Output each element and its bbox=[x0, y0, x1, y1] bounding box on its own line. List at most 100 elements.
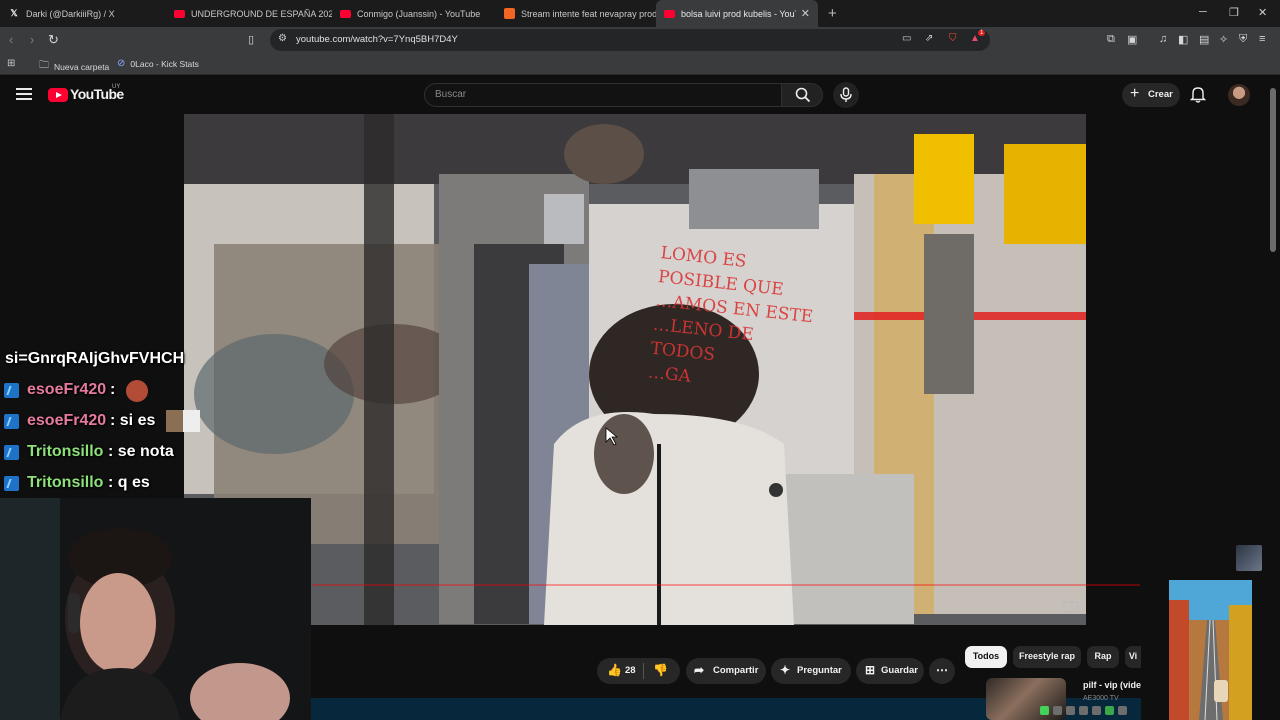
url-text: youtube.com/watch?v=7Ynq5BH7D4Y bbox=[296, 34, 458, 45]
site-info-icon[interactable]: ⚙ bbox=[278, 33, 287, 44]
chip-rap[interactable]: Rap bbox=[1087, 646, 1119, 668]
sidebar-icon[interactable]: ◧ bbox=[1178, 33, 1188, 46]
chat-line: esoeFr420 : si es bbox=[0, 407, 204, 438]
search-input[interactable]: Buscar bbox=[424, 83, 782, 107]
reload-icon[interactable]: ↻ bbox=[48, 32, 59, 48]
tray-icon[interactable] bbox=[1053, 705, 1062, 715]
save-label: Guardar bbox=[881, 665, 918, 676]
ask-button[interactable]: ✦ Preguntar bbox=[771, 658, 851, 684]
chat-user: esoeFr420 bbox=[27, 412, 107, 429]
save-playlist-icon: ⊞ bbox=[865, 663, 876, 677]
share-button[interactable]: ➦ Compartir bbox=[686, 658, 766, 684]
chat-text: : bbox=[110, 381, 116, 398]
kick-icon: ⊘ bbox=[117, 58, 126, 69]
ask-label: Preguntar bbox=[797, 665, 842, 676]
country-code: UY bbox=[112, 84, 121, 90]
bookmark-nueva-carpeta[interactable]: 🗀 Nueva carpeta bbox=[39, 58, 109, 75]
tab-x[interactable]: 𝕏 Darki (@DarkiiiRg) / X bbox=[0, 0, 166, 27]
youtube-header: YouTube UY Buscar + Crear bbox=[0, 76, 1280, 114]
share-arrow-icon: ➦ bbox=[694, 663, 705, 677]
apps-icon[interactable]: ⊞ bbox=[7, 58, 20, 69]
chat-line: si=GnrqRAIjGhvFVHCH bbox=[0, 345, 204, 376]
address-bar[interactable]: ⚙ youtube.com/watch?v=7Ynq5BH7D4Y ▭ ⇗ ⛉ … bbox=[270, 29, 990, 51]
tab-underground[interactable]: UNDERGROUND DE ESPAÑA 2025 F bbox=[166, 0, 332, 27]
wallet-icon[interactable]: ▣ bbox=[1127, 33, 1137, 46]
video-frame bbox=[184, 114, 1086, 625]
chip-freestyle-rap[interactable]: Freestyle rap bbox=[1013, 646, 1081, 668]
music-icon[interactable]: ♫ bbox=[1159, 33, 1167, 45]
guide-menu-icon[interactable] bbox=[16, 88, 32, 100]
menu-icon[interactable]: ≡ bbox=[1259, 33, 1265, 45]
tab-bolsa-active[interactable]: bolsa luivi prod kubelis - YouTub ✕ bbox=[656, 0, 818, 27]
tray-icon[interactable] bbox=[1092, 705, 1101, 715]
save-button[interactable]: ⊞ Guardar bbox=[856, 658, 924, 684]
tray-icon[interactable] bbox=[1040, 705, 1049, 715]
chip-label: Vi bbox=[1128, 651, 1138, 661]
share-icon[interactable]: ⇗ bbox=[925, 33, 933, 44]
video-progress-bar[interactable] bbox=[312, 584, 1140, 586]
tab-label: bolsa luivi prod kubelis - YouTub bbox=[681, 8, 796, 19]
leo-ai-icon[interactable]: ✧ bbox=[1219, 33, 1228, 46]
chat-line: Tritonsillo : se nota bbox=[0, 438, 204, 469]
tab-label: Darki (@DarkiiiRg) / X bbox=[26, 8, 115, 19]
cast-icon[interactable]: ▭ bbox=[902, 33, 911, 44]
screen: 𝕏 Darki (@DarkiiiRg) / X UNDERGROUND DE … bbox=[0, 0, 1280, 720]
page-scrollbar[interactable] bbox=[1270, 88, 1276, 252]
tab-conmigo[interactable]: Conmigo (Juanssin) - YouTube bbox=[332, 0, 496, 27]
like-icon[interactable]: 👍 bbox=[607, 663, 622, 677]
search-button[interactable] bbox=[781, 83, 823, 107]
voice-search-button[interactable] bbox=[833, 82, 859, 108]
gameplay-feed bbox=[1169, 580, 1252, 720]
chip-vi[interactable]: Vi bbox=[1125, 646, 1141, 668]
kick-badge-icon bbox=[4, 476, 19, 491]
like-count: 28 bbox=[625, 665, 636, 676]
account-avatar[interactable] bbox=[1228, 84, 1250, 106]
youtube-icon bbox=[174, 9, 185, 18]
notifications-bell-icon[interactable] bbox=[1190, 85, 1206, 103]
gameplay-overlay bbox=[1169, 580, 1252, 720]
stream-icon bbox=[504, 8, 515, 19]
kick-badge-icon bbox=[4, 383, 19, 398]
kick-badge-icon bbox=[4, 445, 19, 460]
minimize-icon[interactable]: ─ bbox=[1199, 6, 1207, 18]
bookmark-kick-stats[interactable]: ⊘ 0Laco - Kick Stats bbox=[117, 58, 199, 69]
bookmark-icon[interactable]: ▯ bbox=[248, 33, 254, 46]
brave-shield-icon[interactable]: ⛉ bbox=[949, 33, 957, 44]
forward-icon[interactable]: › bbox=[30, 32, 34, 47]
search-icon bbox=[795, 87, 811, 103]
tray-icon[interactable] bbox=[1066, 705, 1075, 715]
close-window-icon[interactable]: ✕ bbox=[1258, 6, 1267, 19]
emote-icon bbox=[126, 380, 148, 402]
wallet2-icon[interactable]: ▤ bbox=[1199, 33, 1209, 46]
back-icon[interactable]: ‹ bbox=[9, 32, 13, 47]
recommended-title[interactable]: pilf - vip (vide bbox=[1083, 680, 1141, 690]
tab-stream[interactable]: Stream intente feat nevapray prod k bbox=[496, 0, 656, 27]
webcam-feed bbox=[0, 498, 311, 720]
tray-icon[interactable] bbox=[1118, 705, 1127, 715]
tray-icon[interactable] bbox=[1079, 705, 1088, 715]
vpn-icon[interactable]: ⛨ bbox=[1239, 33, 1247, 46]
notification-badge: 1 bbox=[978, 30, 986, 36]
more-actions-button[interactable]: ⋯ bbox=[929, 658, 955, 684]
chat-user: esoeFr420 bbox=[27, 381, 107, 398]
side-thumbnail bbox=[1236, 545, 1262, 571]
youtube-logo-icon[interactable] bbox=[48, 88, 68, 102]
tray-icon[interactable] bbox=[1105, 705, 1114, 715]
chat-line: esoeFr420 : bbox=[0, 376, 204, 407]
chip-todos[interactable]: Todos bbox=[965, 646, 1007, 668]
video-player[interactable]: LOMO ES POSIBLE QUE …AMOS EN ESTE …LENO … bbox=[184, 114, 1086, 625]
chat-user: Tritonsillo bbox=[27, 474, 104, 491]
chip-label: Freestyle rap bbox=[1018, 651, 1076, 661]
dislike-icon[interactable]: 👎 bbox=[653, 663, 668, 677]
chat-text: : se nota bbox=[108, 443, 174, 460]
youtube-icon bbox=[340, 9, 351, 18]
create-button[interactable]: + Crear bbox=[1122, 83, 1180, 107]
new-tab-icon[interactable]: + bbox=[828, 5, 837, 22]
stream-chat-overlay: si=GnrqRAIjGhvFVHCH esoeFr420 : esoeFr42… bbox=[0, 345, 204, 500]
chat-user: Tritonsillo bbox=[27, 443, 104, 460]
close-tab-icon[interactable]: ✕ bbox=[801, 7, 810, 20]
extensions-icon[interactable]: ⧉ bbox=[1107, 33, 1115, 46]
restore-icon[interactable]: ❐ bbox=[1229, 6, 1239, 19]
tab-label: Conmigo (Juanssin) - YouTube bbox=[357, 8, 481, 19]
browser-toolbar: ‹ › ↻ ▯ ⚙ youtube.com/watch?v=7Ynq5BH7D4… bbox=[0, 27, 1280, 53]
